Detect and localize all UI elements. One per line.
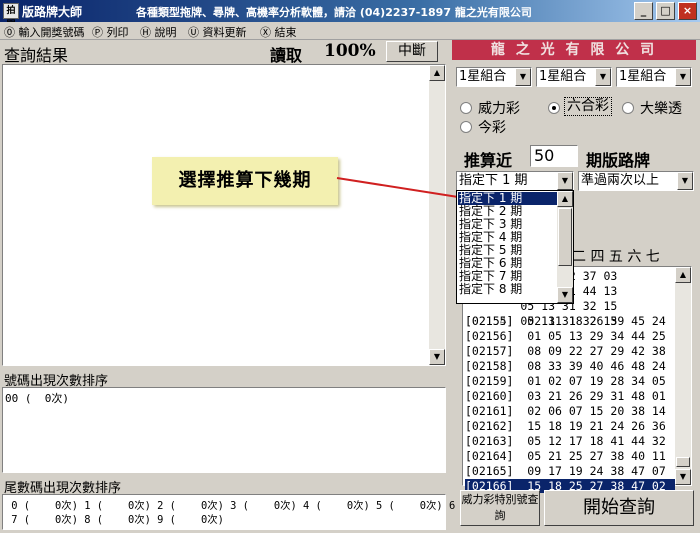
combo-select-2[interactable]: 1星組合 ▼ <box>536 67 612 87</box>
draw-row[interactable]: [02160] 03 21 26 29 31 48 01 <box>465 389 666 403</box>
menu-key: Ⓗ <box>140 26 151 39</box>
menu-help[interactable]: Ⓗ 說明 <box>140 24 177 40</box>
period-select[interactable]: 指定下 1 期 ▼ <box>456 171 574 191</box>
draw-list-scrollbar[interactable]: ▲ ▼ <box>675 267 691 485</box>
results-label: 查詢結果 <box>4 46 69 65</box>
chevron-down-icon[interactable]: ▼ <box>675 68 691 86</box>
results-scrollbar[interactable]: ▲ ▼ <box>429 65 445 365</box>
scroll-up-icon[interactable]: ▲ <box>675 267 691 283</box>
draw-row[interactable]: [02163] 05 12 17 18 41 44 32 <box>465 434 666 448</box>
scroll-down-icon[interactable]: ▼ <box>557 287 573 303</box>
radio-label-today-lotto[interactable]: 今彩 <box>478 117 506 137</box>
menu-exit[interactable]: Ⓧ 結束 <box>260 24 297 40</box>
menu-label: 輸入開獎號碼 <box>18 26 85 39</box>
period-option[interactable]: 指定下 8 期 <box>458 283 557 296</box>
menu-input-numbers[interactable]: ⓪ 輸入開獎號碼 <box>4 24 85 40</box>
close-button[interactable]: × <box>678 2 697 20</box>
combo-select-1[interactable]: 1星組合 ▼ <box>456 67 532 87</box>
scroll-up-icon[interactable]: ▲ <box>429 65 445 81</box>
company-banner: 龍 之 光 有 限 公 司 <box>452 40 696 60</box>
radio-power-lotto[interactable] <box>460 102 472 114</box>
scroll-up-icon[interactable]: ▲ <box>557 191 573 207</box>
radio-label-mark-six[interactable]: 六合彩 <box>564 97 612 116</box>
chevron-down-icon[interactable]: ▼ <box>677 172 693 190</box>
draw-row[interactable]: [02165] 09 17 19 24 38 47 07 <box>465 464 666 478</box>
menu-print[interactable]: Ⓟ 列印 <box>92 24 129 40</box>
radio-label-power-lotto[interactable]: 威力彩 <box>478 98 520 118</box>
filter-select[interactable]: 準過兩次以上 ▼ <box>578 171 694 191</box>
chevron-down-icon[interactable]: ▼ <box>595 68 611 86</box>
draw-row[interactable]: [02155] 02 11 18 26 39 45 24 <box>465 314 666 328</box>
radio-label-big-lotto[interactable]: 大樂透 <box>640 98 682 118</box>
window-caption: 各種類型拖牌、尋牌、高機率分析軟體，請洽 (04)2237-1897 龍之光有限… <box>136 6 532 19</box>
calc-label: 推算近 <box>464 151 513 170</box>
combo-value: 1星組合 <box>619 69 667 84</box>
scroll-down-icon[interactable]: ▼ <box>429 349 445 365</box>
period-dropdown-list[interactable]: 指定下 1 期 指定下 2 期 指定下 3 期 指定下 4 期 指定下 5 期 … <box>456 190 574 304</box>
progress-value: 100% <box>324 41 376 61</box>
menu-data-update[interactable]: Ⓤ 資料更新 <box>188 24 247 40</box>
app-icon: 拍閃 <box>3 3 19 30</box>
power-special-query-button[interactable]: 威力彩特別號查詢 <box>460 490 540 526</box>
draw-row[interactable]: [02156] 01 05 13 29 34 44 25 <box>465 329 666 343</box>
numbers-ranking-line: 00 ( 0次) <box>5 392 69 405</box>
radio-today-lotto[interactable] <box>460 121 472 133</box>
title-bar: 拍閃 版路牌大師 各種類型拖牌、尋牌、高機率分析軟體，請洽 (04)2237-1… <box>0 0 700 30</box>
read-label: 讀取 <box>270 46 303 65</box>
scroll-thumb[interactable] <box>558 208 572 266</box>
numbers-ranking-panel: 00 ( 0次) <box>2 387 446 473</box>
radio-mark-six[interactable] <box>548 102 560 114</box>
minimize-button[interactable]: _ <box>634 2 653 20</box>
draw-row[interactable]: [02161] 02 06 07 15 20 38 14 <box>465 404 666 418</box>
combo-select-3[interactable]: 1星組合 ▼ <box>616 67 692 87</box>
menu-label: 列印 <box>106 26 129 39</box>
tail-ranking-line-1: 0 ( 0次) 1 ( 0次) 2 ( 0次) 3 ( 0次) 4 ( 0次) … <box>5 500 516 512</box>
scroll-down-icon[interactable]: ▼ <box>675 469 691 485</box>
stop-button[interactable]: 中斷 <box>386 41 438 62</box>
radio-big-lotto[interactable] <box>622 102 634 114</box>
menu-key: ⓪ <box>4 26 15 39</box>
menu-label: 說明 <box>154 26 177 39</box>
menu-key: Ⓧ <box>260 26 271 39</box>
callout-pointer <box>336 177 459 198</box>
menu-key: Ⓟ <box>92 26 103 39</box>
tail-ranking-panel: 0 ( 0次) 1 ( 0次) 2 ( 0次) 3 ( 0次) 4 ( 0次) … <box>2 494 516 530</box>
chevron-down-icon[interactable]: ▼ <box>557 172 573 190</box>
combo-value: 1星組合 <box>459 69 507 84</box>
menu-label: 資料更新 <box>202 26 247 39</box>
menu-bar: ⓪ 輸入開獎號碼 Ⓟ 列印 Ⓗ 說明 Ⓤ 資料更新 Ⓧ 結束 <box>0 22 700 40</box>
dropdown-scrollbar[interactable]: ▲ ▼ <box>557 191 573 303</box>
menu-label: 結束 <box>274 26 297 39</box>
callout-box: 選擇推算下幾期 <box>152 157 338 205</box>
period-label: 期版路牌 <box>586 151 651 170</box>
combo-value: 1星組合 <box>539 69 587 84</box>
callout-line <box>336 177 459 198</box>
start-query-button[interactable]: 開始查詢 <box>544 490 694 526</box>
calc-periods-input[interactable]: 50 <box>530 145 578 167</box>
tail-ranking-line-2: 7 ( 0次) 8 ( 0次) 9 ( 0次) <box>5 514 224 526</box>
menu-key: Ⓤ <box>188 26 199 39</box>
chevron-down-icon[interactable]: ▼ <box>515 68 531 86</box>
app-title: 版路牌大師 <box>22 5 83 19</box>
period-select-value: 指定下 1 期 <box>459 173 528 188</box>
results-panel: ▲ ▼ <box>2 64 446 366</box>
draw-row[interactable]: [02158] 08 33 39 40 46 48 24 <box>465 359 666 373</box>
draw-row[interactable]: [02159] 01 02 07 19 28 34 05 <box>465 374 666 388</box>
draw-row[interactable]: [02162] 15 18 19 21 24 26 36 <box>465 419 666 433</box>
draw-row[interactable]: [02157] 08 09 22 27 29 42 38 <box>465 344 666 358</box>
maximize-button[interactable]: □ <box>656 2 675 20</box>
draw-headers: 二 四 五 六 七 <box>572 249 660 265</box>
draw-row[interactable]: [02164] 05 21 25 27 38 40 11 <box>465 449 666 463</box>
filter-select-value: 準過兩次以上 <box>581 173 660 188</box>
scroll-thumb[interactable] <box>676 457 690 467</box>
